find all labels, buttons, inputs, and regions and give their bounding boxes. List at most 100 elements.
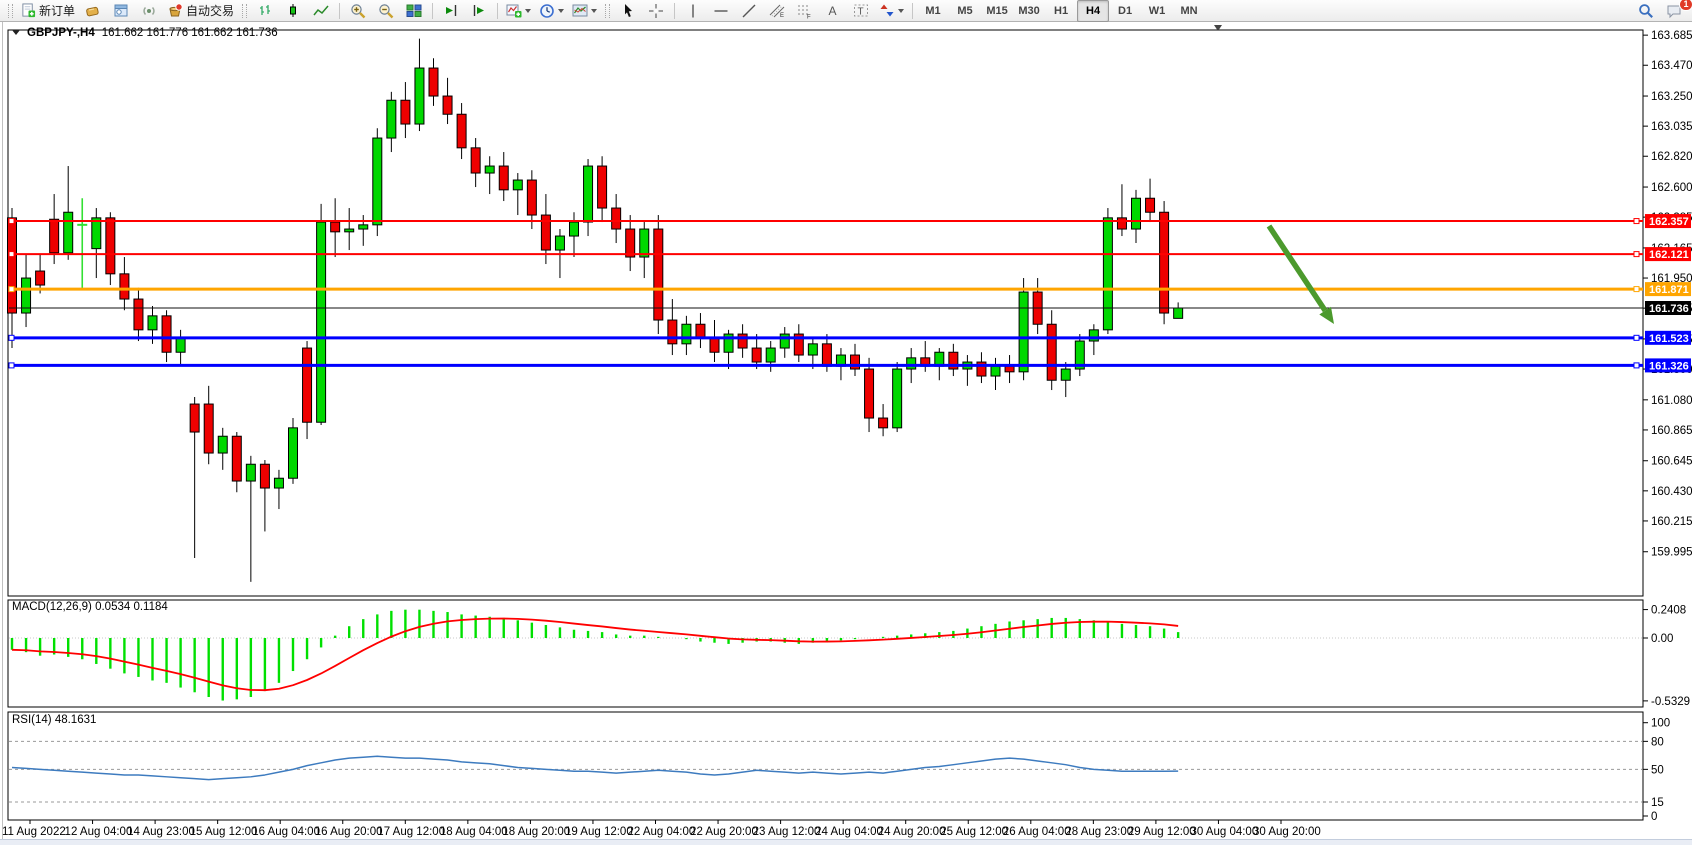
timeframe-w1-button[interactable]: W1 [1141, 0, 1173, 22]
crosshair-tool-button[interactable] [642, 0, 670, 22]
svg-text:-0.5329: -0.5329 [1651, 696, 1690, 708]
candle [274, 470, 283, 509]
candle [190, 397, 199, 558]
search-button[interactable] [1632, 0, 1660, 22]
arrows-tool-button[interactable] [875, 0, 908, 22]
svg-text:17 Aug 12:00: 17 Aug 12:00 [377, 826, 445, 838]
text-label-tool-button[interactable]: T [847, 0, 875, 22]
timeframe-h4-button[interactable]: H4 [1077, 0, 1109, 22]
chart-dropdown-icon[interactable] [12, 30, 20, 39]
cursor-icon [621, 3, 636, 19]
candle [921, 341, 930, 372]
crosshair-icon [648, 3, 664, 19]
candlestick-chart-button[interactable] [279, 0, 307, 22]
cursor-tool-button[interactable] [614, 0, 642, 22]
macd-axis[interactable]: 0.24080.00-0.5329 [1643, 605, 1690, 708]
price-level-line[interactable]: 162.357 [9, 214, 1691, 228]
candle [120, 257, 129, 310]
line-chart-icon [313, 3, 329, 18]
svg-text:30 Aug 20:00: 30 Aug 20:00 [1253, 826, 1321, 838]
zoom-out-button[interactable] [372, 0, 400, 22]
candle [738, 324, 747, 358]
price-level-line[interactable]: 161.871 [9, 282, 1691, 296]
trend-arrow-annotation[interactable] [1269, 226, 1334, 324]
tile-windows-button[interactable] [400, 0, 428, 22]
templates-button[interactable] [568, 0, 601, 22]
trendline-tool-button[interactable] [735, 0, 763, 22]
template-icon [572, 3, 588, 18]
svg-text:F: F [807, 14, 811, 19]
fibonacci-tool-button[interactable]: F [791, 0, 819, 22]
notification-badge: 1 [1679, 0, 1692, 11]
market-depth-button[interactable] [79, 0, 107, 22]
indicators-icon [506, 3, 522, 18]
notifications-button[interactable]: 1 [1660, 0, 1688, 22]
svg-text:12 Aug 04:00: 12 Aug 04:00 [65, 826, 133, 838]
auto-scroll-button[interactable] [437, 0, 465, 22]
svg-text:24 Aug 04:00: 24 Aug 04:00 [815, 826, 883, 838]
candle [92, 208, 101, 278]
svg-text:100: 100 [1651, 718, 1670, 730]
signals-button[interactable] [135, 0, 163, 22]
periods-button[interactable] [535, 0, 568, 22]
toolbar-grip[interactable] [242, 4, 247, 18]
toolbar-grip[interactable] [8, 4, 13, 18]
timeframe-m30-button[interactable]: M30 [1013, 0, 1045, 22]
timeframe-h1-button[interactable]: H1 [1045, 0, 1077, 22]
dropdown-caret-icon [525, 9, 531, 16]
candle [1075, 334, 1084, 376]
svg-text:25 Aug 12:00: 25 Aug 12:00 [940, 826, 1008, 838]
svg-text:159.995: 159.995 [1651, 547, 1692, 559]
svg-text:162.357: 162.357 [1649, 216, 1689, 228]
text-icon: A [826, 3, 840, 18]
candle [865, 358, 874, 432]
candle [851, 344, 860, 376]
svg-text:162.820: 162.820 [1651, 151, 1692, 163]
svg-text:19 Aug 12:00: 19 Aug 12:00 [565, 826, 633, 838]
candle [303, 341, 312, 439]
candle [260, 460, 269, 531]
candle [218, 428, 227, 470]
data-window-button[interactable] [107, 0, 135, 22]
zoom-in-button[interactable] [344, 0, 372, 22]
chart-canvas[interactable]: 163.685163.470163.250163.035162.820162.6… [0, 0, 1692, 845]
text-tool-button[interactable]: A [819, 0, 847, 22]
svg-text:30 Aug 04:00: 30 Aug 04:00 [1190, 826, 1258, 838]
timeframe-m15-button[interactable]: M15 [981, 0, 1013, 22]
timeframe-d1-button[interactable]: D1 [1109, 0, 1141, 22]
candle [176, 330, 185, 366]
equidistant-channel-tool-button[interactable]: E [763, 0, 791, 22]
candle [893, 362, 902, 432]
rsi-line [12, 756, 1178, 779]
indicators-button[interactable] [502, 0, 535, 22]
horizontal-line-tool-button[interactable] [707, 0, 735, 22]
price-level-line[interactable]: 162.121 [9, 247, 1691, 261]
svg-text:161.326: 161.326 [1649, 360, 1689, 372]
svg-text:162.121: 162.121 [1649, 249, 1689, 261]
chart-shift-button[interactable] [465, 0, 493, 22]
price-level-line[interactable]: 161.523 [9, 331, 1691, 345]
autotrading-button[interactable]: 自动交易 [163, 0, 238, 22]
timeframe-m1-button[interactable]: M1 [917, 0, 949, 22]
candle [106, 212, 115, 285]
new-order-button[interactable]: 新订单 [17, 0, 79, 22]
toolbar-grip[interactable] [605, 4, 610, 18]
candle [991, 358, 1000, 390]
current-price-line[interactable]: 161.736 [9, 301, 1691, 315]
text-label-icon: T [853, 3, 869, 18]
vertical-line-tool-button[interactable] [679, 0, 707, 22]
candle [640, 222, 649, 278]
svg-text:161.080: 161.080 [1651, 395, 1692, 407]
timeframe-mn-button[interactable]: MN [1173, 0, 1205, 22]
svg-text:14 Aug 23:00: 14 Aug 23:00 [127, 826, 195, 838]
svg-text:163.470: 163.470 [1651, 60, 1692, 72]
time-axis[interactable]: 11 Aug 202212 Aug 04:0014 Aug 23:0015 Au… [2, 820, 1321, 838]
svg-text:163.685: 163.685 [1651, 30, 1692, 42]
timeframe-m5-button[interactable]: M5 [949, 0, 981, 22]
pane-frames [8, 30, 1643, 820]
rsi-axis[interactable]: 1008050150 [1643, 718, 1670, 823]
bar-chart-button[interactable] [251, 0, 279, 22]
line-chart-button[interactable] [307, 0, 335, 22]
candle [22, 254, 31, 327]
candle [359, 215, 368, 246]
